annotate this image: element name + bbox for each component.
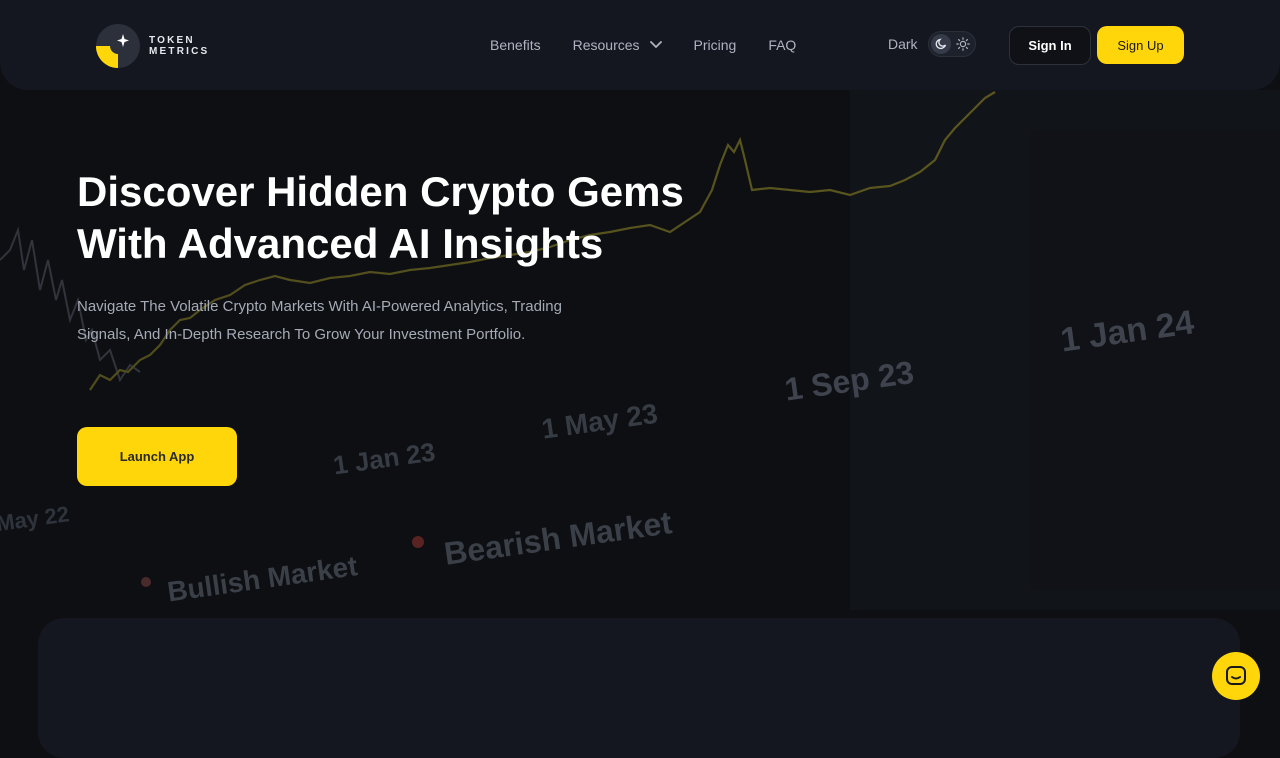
brand-name-line2: METRICS — [149, 46, 210, 57]
hero-subtitle-line2: Signals, And In-Depth Research To Grow Y… — [77, 326, 526, 343]
nav-resources-label: Resources — [572, 37, 640, 53]
nav-pricing[interactable]: Pricing — [694, 37, 737, 53]
launch-app-button[interactable]: Launch App — [77, 427, 237, 486]
chat-bubble-icon — [1226, 666, 1246, 685]
hero-subtitle-line1: Navigate The Volatile Crypto Markets Wit… — [77, 298, 562, 315]
theme-switcher: Dark — [888, 31, 976, 57]
nav-benefits[interactable]: Benefits — [490, 37, 541, 53]
sun-icon — [955, 37, 970, 51]
site-header: TOKEN METRICS Benefits Resources Pricing… — [0, 0, 1280, 90]
brand-name-line1: TOKEN — [149, 35, 195, 46]
moon-icon — [935, 38, 946, 50]
brand-logo[interactable]: TOKEN METRICS — [96, 24, 209, 68]
nav-faq[interactable]: FAQ — [768, 37, 796, 53]
hero-title: Discover Hidden Crypto Gems With Advance… — [77, 166, 777, 270]
token-metrics-logo-icon — [96, 24, 140, 68]
bullish-legend-dot — [141, 577, 151, 587]
theme-label: Dark — [888, 36, 918, 52]
theme-toggle[interactable] — [927, 31, 976, 57]
content-card — [38, 618, 1240, 758]
main-nav: Benefits Resources Pricing FAQ — [490, 37, 828, 53]
sign-in-button[interactable]: Sign In — [1009, 26, 1091, 65]
bearish-legend-dot — [412, 536, 424, 548]
toggle-knob — [930, 34, 951, 54]
hero-subtitle: Navigate The Volatile Crypto Markets Wit… — [77, 293, 657, 349]
background-chart: May 22 1 Jan 23 1 May 23 1 Sep 23 1 Jan … — [0, 0, 1280, 720]
sign-up-button[interactable]: Sign Up — [1097, 26, 1184, 64]
nav-resources[interactable]: Resources — [573, 37, 662, 53]
brand-name: TOKEN METRICS — [149, 35, 209, 57]
chevron-down-icon — [649, 41, 662, 49]
chat-widget-button[interactable] — [1212, 652, 1260, 700]
hero-title-line1: Discover Hidden Crypto Gems — [77, 168, 684, 215]
hero-title-line2: With Advanced AI Insights — [77, 220, 604, 267]
